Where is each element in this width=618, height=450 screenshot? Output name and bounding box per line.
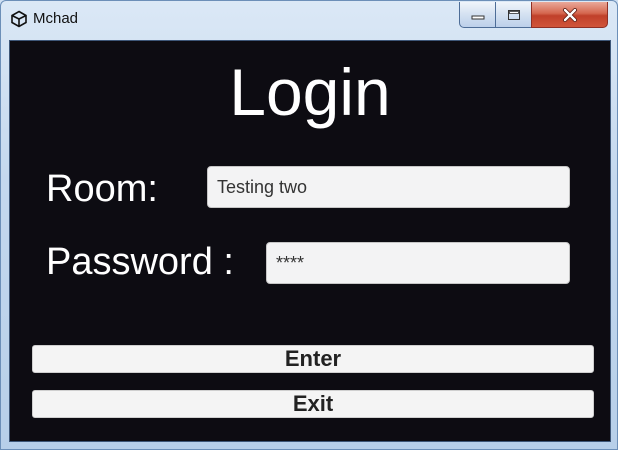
page-title: Login [229,55,391,129]
maximize-button[interactable] [495,2,532,28]
exit-button[interactable]: Exit [32,390,594,418]
window-title: Mchad [33,10,79,27]
room-label: Room: [46,168,158,210]
close-icon [562,7,577,22]
maximize-icon [507,9,520,20]
unity-logo-icon [11,10,27,28]
password-input[interactable] [266,242,570,284]
password-label: Password : [46,241,234,283]
title-bar[interactable]: Mchad [1,1,617,37]
close-button[interactable] [531,2,608,28]
minimize-icon [471,15,484,19]
app-window: Mchad Login Room: Password : Enter Exit [0,0,618,450]
room-input[interactable] [207,166,570,208]
minimize-button[interactable] [459,2,496,28]
enter-button[interactable]: Enter [32,345,594,373]
login-panel: Login Room: Password : Enter Exit [9,40,611,442]
